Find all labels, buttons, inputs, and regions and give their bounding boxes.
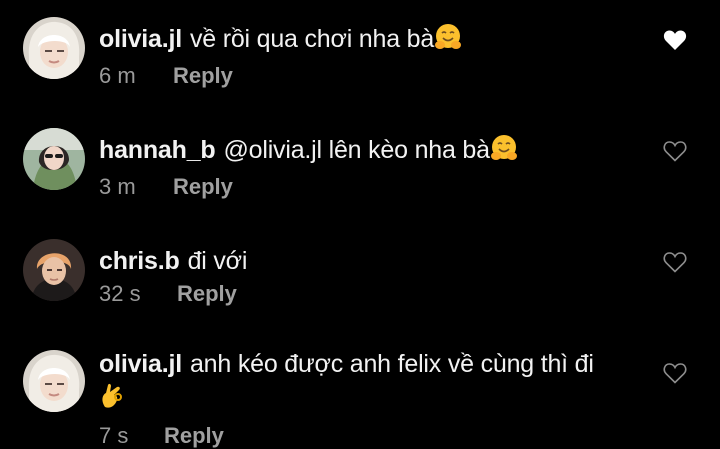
comment-text: olivia.jl anh kéo được anh felix về cùng … (99, 348, 619, 418)
reply-button[interactable]: Reply (173, 63, 233, 88)
comment-username[interactable]: hannah_b (99, 136, 216, 164)
comment-message: đi với (187, 247, 248, 275)
reply-button[interactable]: Reply (177, 281, 237, 306)
comment-meta: 7 s Reply (99, 423, 619, 449)
comment-timestamp: 6 m (99, 63, 136, 88)
comment-timestamp: 32 s (99, 281, 141, 306)
comment-message: anh kéo được anh felix về cùng thì đi (189, 350, 594, 378)
comment-message: về rồi qua chơi nha bà (189, 25, 435, 53)
comment-meta: 32 s Reply (99, 281, 639, 307)
avatar[interactable] (23, 17, 85, 79)
comment-timestamp: 7 s (99, 423, 129, 448)
like-heart-icon[interactable] (663, 29, 687, 51)
reply-button[interactable]: Reply (173, 174, 233, 199)
comment-meta: 6 m Reply (99, 63, 639, 89)
comment-username[interactable]: olivia.jl (99, 25, 182, 53)
hugging-face-emoji-icon (490, 134, 518, 171)
hugging-face-emoji-icon (434, 23, 462, 60)
comment-meta: 3 m Reply (99, 174, 639, 200)
comment-text: chris.b đi với (99, 245, 639, 278)
avatar[interactable] (23, 350, 85, 412)
comment-username[interactable]: chris.b (99, 247, 180, 275)
avatar[interactable] (23, 239, 85, 301)
comment-message: @olivia.jl lên kèo nha bà (223, 136, 490, 164)
comment-timestamp: 3 m (99, 174, 136, 199)
ok-hand-emoji-icon (99, 381, 125, 418)
avatar[interactable] (23, 128, 85, 190)
like-heart-icon[interactable] (663, 362, 687, 384)
comment-username[interactable]: olivia.jl (99, 350, 182, 378)
reply-button[interactable]: Reply (164, 423, 224, 448)
like-heart-icon[interactable] (663, 140, 687, 162)
like-heart-icon[interactable] (663, 251, 687, 273)
comment-text: hannah_b @olivia.jl lên kèo nha bà (99, 134, 639, 171)
comment-text: olivia.jl về rồi qua chơi nha bà (99, 23, 639, 60)
